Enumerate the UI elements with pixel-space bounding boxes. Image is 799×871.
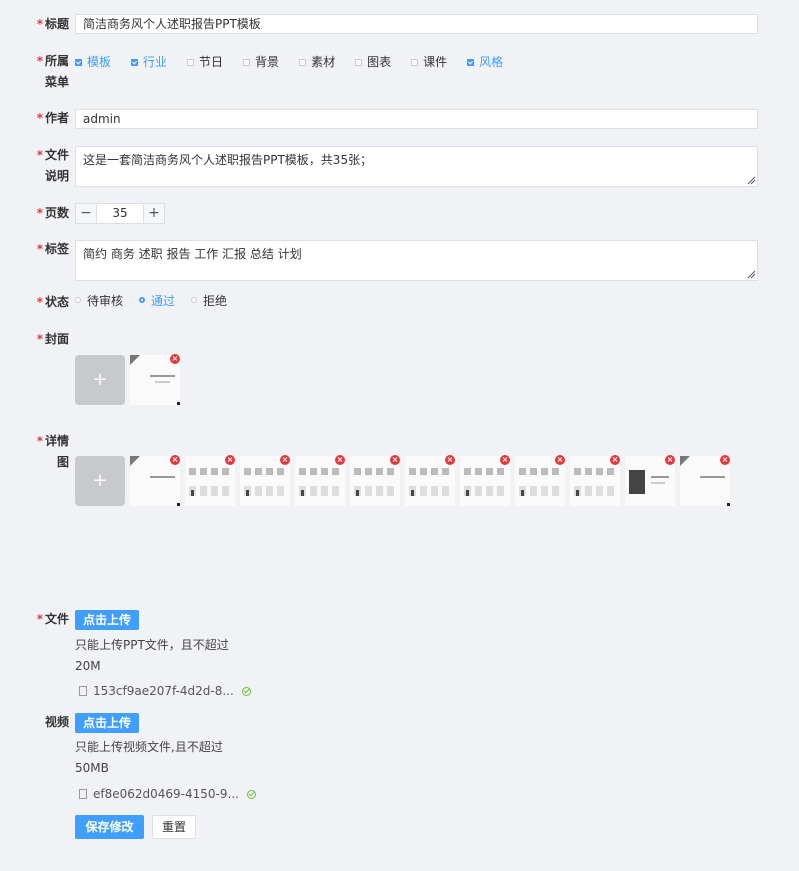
- detail-add-button[interactable]: +: [75, 456, 125, 506]
- video-upload-button[interactable]: 点击上传: [75, 713, 140, 733]
- pages-value[interactable]: 35: [96, 204, 144, 223]
- status-option-pending[interactable]: 待审核: [75, 292, 123, 309]
- title-input[interactable]: 简洁商务风个人述职报告PPT模板: [75, 14, 758, 34]
- author-label: * 作者: [36, 111, 69, 125]
- remove-icon[interactable]: ×: [445, 455, 455, 465]
- remove-icon[interactable]: ×: [335, 455, 345, 465]
- checkbox-icon: [411, 58, 419, 66]
- remove-icon[interactable]: ×: [555, 455, 565, 465]
- remove-icon[interactable]: ×: [665, 455, 675, 465]
- decrement-button[interactable]: −: [76, 204, 96, 223]
- status-label: * 状态: [36, 295, 69, 309]
- cover-label: * 封面: [36, 332, 69, 346]
- resize-handle-icon[interactable]: [747, 176, 756, 185]
- menu-label: * 所属 菜单: [36, 54, 69, 89]
- save-button[interactable]: 保存修改: [75, 815, 144, 839]
- author-input[interactable]: admin: [75, 109, 758, 129]
- uploaded-file-item[interactable]: 153cf9ae207f-4d2d-8...: [75, 683, 251, 699]
- uploaded-video-item[interactable]: ef8e062d0469-4150-9...: [75, 786, 256, 802]
- reset-button[interactable]: 重置: [152, 815, 196, 839]
- success-check-icon: [241, 686, 251, 696]
- resize-handle-icon[interactable]: [747, 270, 756, 279]
- menu-option-chart[interactable]: 图表: [355, 53, 391, 71]
- success-check-icon: [246, 789, 256, 799]
- tags-label: * 标签: [36, 242, 69, 256]
- menu-option-template[interactable]: 模板: [75, 53, 111, 71]
- radio-icon: [191, 297, 198, 303]
- status-option-rejected[interactable]: 拒绝: [191, 292, 227, 309]
- checkbox-icon: [355, 58, 363, 66]
- menu-option-style[interactable]: 风格: [467, 53, 503, 71]
- desc-label: * 文件 说明: [36, 148, 69, 183]
- checkbox-icon: [187, 58, 195, 66]
- radio-icon: [75, 297, 81, 303]
- checkbox-icon: [467, 58, 475, 66]
- radio-icon: [139, 297, 146, 303]
- pages-label: * 页数: [36, 206, 69, 220]
- remove-icon[interactable]: ×: [390, 455, 400, 465]
- checkbox-icon: [131, 58, 139, 66]
- remove-icon[interactable]: ×: [720, 455, 730, 465]
- menu-option-background[interactable]: 背景: [243, 53, 279, 71]
- increment-button[interactable]: +: [144, 204, 164, 223]
- checkbox-icon: [299, 58, 307, 66]
- file-upload-tip: 只能上传PPT文件，且不超过20M: [75, 638, 229, 673]
- checkbox-icon: [75, 58, 82, 66]
- remove-icon[interactable]: ×: [500, 455, 510, 465]
- pages-stepper: − 35 +: [75, 203, 165, 224]
- remove-icon[interactable]: ×: [280, 455, 290, 465]
- video-label: 视频: [44, 715, 69, 729]
- remove-icon[interactable]: ×: [170, 354, 180, 364]
- status-radio-group: 待审核 通过 拒绝: [75, 290, 243, 310]
- remove-icon[interactable]: ×: [610, 455, 620, 465]
- cover-add-button[interactable]: +: [75, 355, 125, 405]
- menu-option-industry[interactable]: 行业: [131, 53, 167, 71]
- file-label: * 文件: [36, 612, 69, 626]
- menu-option-festival[interactable]: 节日: [187, 53, 223, 71]
- document-icon: [79, 789, 87, 799]
- detail-label: * 详情 图: [36, 434, 69, 469]
- document-icon: [79, 686, 87, 696]
- remove-icon[interactable]: ×: [225, 455, 235, 465]
- remove-icon[interactable]: ×: [170, 455, 180, 465]
- menu-option-courseware[interactable]: 课件: [411, 53, 447, 71]
- file-upload-button[interactable]: 点击上传: [75, 610, 140, 630]
- checkbox-icon: [243, 58, 251, 66]
- desc-textarea[interactable]: 这是一套简洁商务风个人述职报告PPT模板，共35张；: [75, 146, 758, 187]
- menu-option-material[interactable]: 素材: [299, 53, 335, 71]
- video-upload-tip: 只能上传视频文件,且不超过50MB: [75, 740, 223, 775]
- menu-checkbox-group: 模板 行业 节日 背景 素材 图表 课件 风格: [75, 52, 523, 72]
- tags-textarea[interactable]: 简约 商务 述职 报告 工作 汇报 总结 计划: [75, 240, 758, 281]
- status-option-approved[interactable]: 通过: [139, 292, 175, 309]
- title-label: * 标题: [36, 17, 69, 31]
